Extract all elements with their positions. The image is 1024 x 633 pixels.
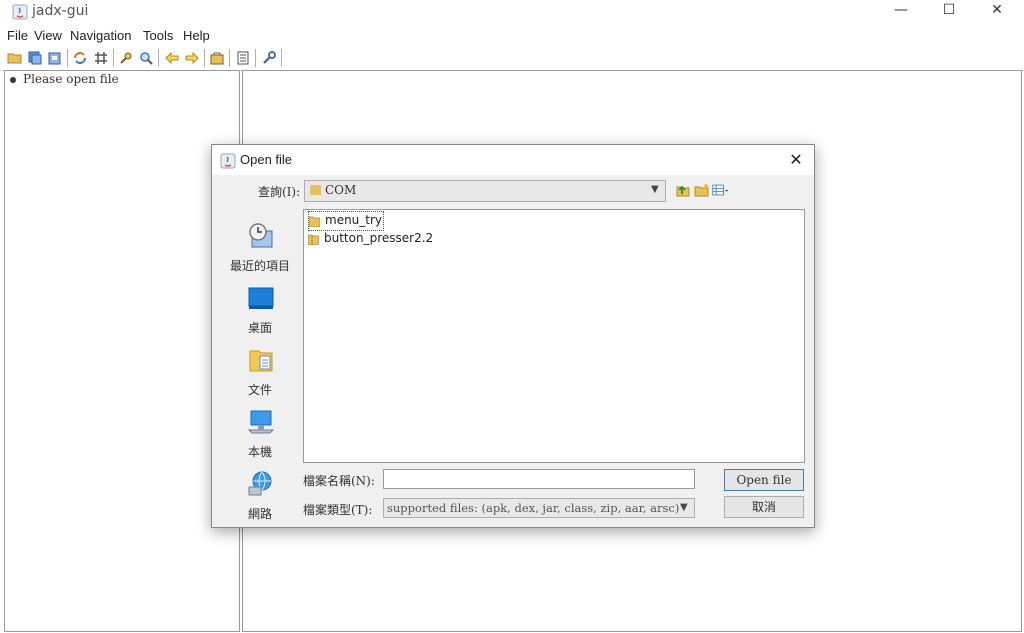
look-in-dropdown[interactable]: COM ▼	[304, 180, 666, 202]
view-menu-icon[interactable]	[712, 181, 730, 199]
file-name: menu_try	[325, 213, 383, 227]
look-in-value: COM	[325, 183, 357, 197]
look-in-label: 查詢(I):	[258, 185, 301, 199]
export-gradle-icon[interactable]	[47, 50, 63, 66]
computer-icon	[247, 410, 275, 434]
window-title: jadx-gui	[32, 3, 89, 19]
toolbar-separator	[229, 49, 230, 67]
place-label: 網路	[247, 507, 272, 521]
search-text-icon[interactable]	[118, 50, 134, 66]
file-type-dropdown[interactable]: supported files: (apk, dex, jar, class, …	[383, 498, 695, 518]
sync-icon[interactable]	[72, 50, 88, 66]
place-desktop[interactable]: 桌面	[222, 281, 298, 339]
place-this-pc[interactable]: 本機	[222, 405, 298, 463]
place-network[interactable]: 網路	[222, 467, 298, 525]
project-tree[interactable]: Please open file	[4, 70, 240, 632]
file-name-input[interactable]	[383, 469, 695, 489]
documents-folder-icon	[249, 350, 273, 372]
toolbar-separator	[67, 49, 68, 67]
deobfuscation-icon[interactable]	[209, 50, 225, 66]
menu-tools[interactable]: Tools	[143, 28, 173, 43]
dialog-close-button[interactable]: ✕	[782, 149, 810, 171]
place-label: 最近的項目	[229, 259, 290, 273]
flatten-packages-icon[interactable]	[93, 50, 109, 66]
find-class-icon[interactable]	[138, 50, 154, 66]
file-type-value: supported files: (apk, dex, jar, class, …	[387, 501, 680, 515]
menu-view[interactable]: View	[34, 28, 62, 43]
toolbar-separator	[255, 49, 256, 67]
file-row[interactable]: button_presser2.2	[308, 230, 448, 248]
menu-bar: File View Navigation Tools Help	[0, 26, 1024, 46]
recent-items-icon	[249, 223, 273, 248]
desktop-icon	[248, 287, 274, 309]
file-name: button_presser2.2	[324, 231, 434, 245]
toolbar-separator	[158, 49, 159, 67]
place-label: 文件	[247, 383, 272, 397]
open-file-dialog: Open file ✕ 查詢(I): COM ▼ 最近的項目 桌面 文件 本機 …	[211, 144, 815, 528]
folder-zip-icon	[308, 234, 319, 245]
tree-placeholder-label: Please open file	[23, 72, 119, 86]
toolbar-separator	[281, 49, 282, 67]
file-type-label: 檔案類型(T):	[303, 503, 373, 517]
java-app-icon	[220, 153, 236, 169]
save-all-icon[interactable]	[27, 50, 43, 66]
back-arrow-icon[interactable]	[164, 50, 180, 66]
place-recent[interactable]: 最近的項目	[222, 219, 298, 277]
new-folder-icon[interactable]	[693, 181, 711, 199]
menu-file[interactable]: File	[7, 28, 28, 43]
toolbar-separator	[113, 49, 114, 67]
toolbar	[0, 46, 1024, 71]
menu-navigation[interactable]: Navigation	[70, 28, 131, 43]
file-row-selected[interactable]: menu_try	[308, 211, 384, 231]
up-one-level-icon[interactable]	[674, 181, 692, 199]
dialog-title: Open file	[240, 152, 293, 167]
toolbar-separator	[204, 49, 205, 67]
minimize-button[interactable]: —	[878, 0, 924, 22]
network-globe-icon	[248, 471, 272, 496]
folder-icon	[310, 185, 321, 195]
close-button[interactable]: ✕	[974, 0, 1020, 22]
file-list[interactable]: menu_try button_presser2.2	[303, 209, 805, 463]
maximize-button[interactable]: ☐	[926, 0, 972, 22]
tree-node-bullet-icon	[10, 77, 16, 83]
place-documents[interactable]: 文件	[222, 343, 298, 401]
cancel-button[interactable]: 取消	[724, 496, 804, 518]
open-file-icon[interactable]	[7, 50, 23, 66]
java-app-icon	[12, 4, 28, 20]
file-name-label: 檔案名稱(N):	[303, 474, 375, 488]
dialog-title-bar: Open file ✕	[212, 145, 814, 175]
folder-icon	[309, 216, 320, 227]
place-label: 本機	[247, 445, 272, 459]
title-bar: jadx-gui — ☐ ✕	[0, 0, 1024, 26]
preferences-wrench-icon[interactable]	[261, 50, 277, 66]
menu-help[interactable]: Help	[183, 28, 210, 43]
log-viewer-icon[interactable]	[235, 50, 251, 66]
place-label: 桌面	[247, 321, 272, 335]
chevron-down-icon: ▼	[680, 502, 688, 513]
chevron-down-icon: ▼	[651, 184, 659, 195]
forward-arrow-icon[interactable]	[184, 50, 200, 66]
open-file-button[interactable]: Open file	[724, 469, 804, 491]
